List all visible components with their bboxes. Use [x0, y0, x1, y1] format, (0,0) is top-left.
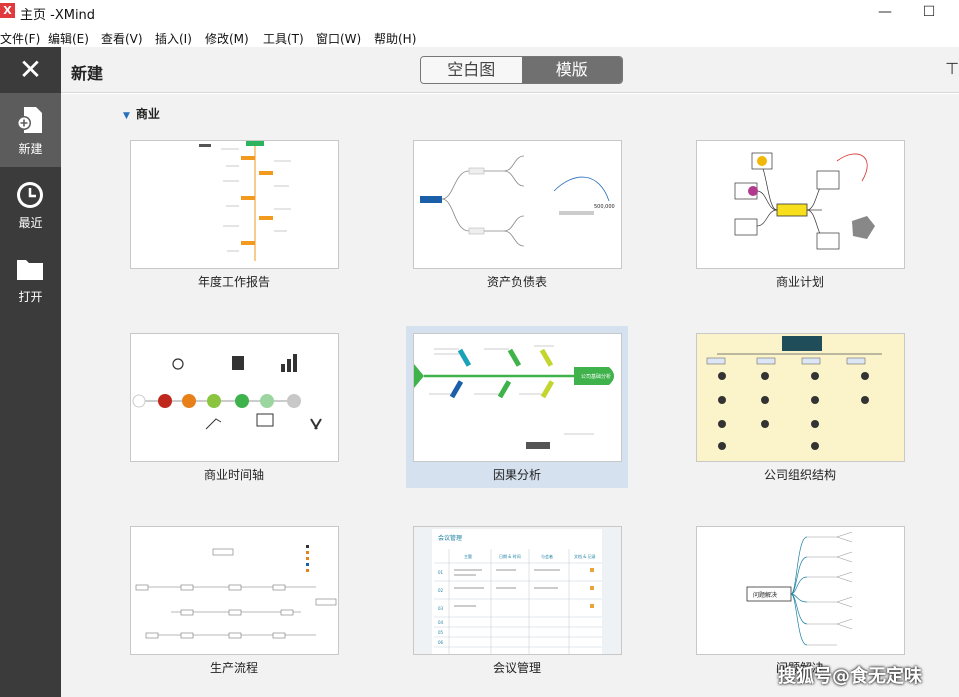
tab-switcher: 空白图 模版	[420, 56, 623, 84]
tab-templates[interactable]: 模版	[521, 57, 622, 83]
menu-tools[interactable]: 工具(T)	[263, 30, 304, 47]
sidebar-item-label: 最近	[18, 216, 43, 230]
thumb-col: 主题	[464, 553, 472, 559]
thumb-col: 文档 & 记录	[574, 553, 596, 559]
minimize-icon[interactable]: —	[862, 0, 908, 26]
thumb-row: 02	[438, 588, 444, 593]
thumb-row: 05	[438, 630, 444, 635]
menu-bar: 文件(F) 编辑(E) 查看(V) 插入(I) 修改(M) 工具(T) 窗口(W…	[0, 27, 959, 47]
thumb-col: 与会者	[541, 553, 553, 559]
template-card[interactable]: 商业时间轴	[123, 326, 345, 488]
template-card[interactable]: 商业计划	[689, 133, 911, 295]
template-thumbnail	[130, 140, 339, 269]
menu-file[interactable]: 文件(F)	[0, 30, 40, 47]
thumb-meeting-title: 会议管理	[438, 534, 462, 542]
new-file-icon	[17, 107, 42, 133]
template-card[interactable]: 问题解决 问题解决	[689, 519, 911, 681]
sidebar-item-open[interactable]: 打开	[0, 241, 61, 315]
import-icon[interactable]: ⊤	[945, 59, 959, 78]
top-bar: 新建 空白图 模版 ⊤	[61, 47, 959, 93]
section-title: 商业	[135, 107, 160, 121]
template-label: 因果分析	[492, 468, 541, 482]
template-card[interactable]: 会议管理 主题 日期 & 时间 与会者 文档 & 记录 01 02 03 04 …	[406, 519, 628, 681]
thumb-row: 01	[438, 570, 444, 575]
template-card[interactable]: 500,000 资产负债表	[406, 133, 628, 295]
page-title: 新建	[71, 64, 104, 83]
title-bar: X 主页 -XMind — ☐	[0, 0, 959, 26]
menu-modify[interactable]: 修改(M)	[205, 30, 249, 47]
menu-window[interactable]: 窗口(W)	[316, 30, 361, 47]
template-label: 商业计划	[775, 275, 824, 289]
menu-edit[interactable]: 编辑(E)	[48, 30, 89, 47]
sidebar-item-recent[interactable]: 最近	[0, 167, 61, 241]
template-label: 生产流程	[209, 661, 258, 675]
template-thumbnail	[130, 333, 339, 462]
thumb-row: 04	[438, 620, 444, 625]
template-label: 会议管理	[492, 661, 541, 675]
template-card[interactable]: 公司组织结构	[689, 326, 911, 488]
thumb-problem-root: 问题解决	[753, 591, 777, 599]
template-thumbnail	[130, 526, 339, 655]
thumb-row: 06	[438, 640, 444, 645]
xmind-logo-icon: X	[0, 3, 15, 18]
sidebar-item-new[interactable]: 新建	[0, 93, 61, 167]
sidebar-item-label: 打开	[18, 290, 43, 304]
template-label: 公司组织结构	[763, 468, 836, 482]
window-title: 主页 -XMind	[20, 8, 96, 23]
template-thumbnail	[696, 140, 905, 269]
template-label: 年度工作报告	[197, 275, 270, 289]
close-icon[interactable]: ✕	[0, 47, 61, 93]
thumb-value: 500,000	[594, 204, 615, 210]
maximize-icon[interactable]: ☐	[906, 0, 952, 26]
section-header[interactable]: ▼ 商业	[123, 105, 160, 122]
template-thumbnail: 公司基础分析	[413, 333, 622, 462]
template-thumbnail: 会议管理 主题 日期 & 时间 与会者 文档 & 记录 01 02 03 04 …	[413, 526, 622, 655]
clock-icon	[17, 182, 43, 208]
menu-help[interactable]: 帮助(H)	[374, 30, 416, 47]
caret-down-icon: ▼	[123, 111, 130, 121]
template-gallery: ▼ 商业 年度工作报告 500,000 资产负债表 商业计划 商业时间轴 公司基…	[61, 94, 959, 697]
menu-view[interactable]: 查看(V)	[101, 30, 143, 47]
thumb-row: 03	[438, 606, 444, 611]
template-label: 资产负债表	[486, 275, 547, 289]
template-label: 商业时间轴	[203, 468, 264, 482]
tab-blank[interactable]: 空白图	[421, 57, 522, 83]
thumb-fishbone-head: 公司基础分析	[581, 373, 611, 380]
thumb-col: 日期 & 时间	[499, 553, 521, 559]
template-thumbnail	[696, 333, 905, 462]
template-card[interactable]: 生产流程	[123, 519, 345, 681]
template-card[interactable]: 公司基础分析 因果分析	[406, 326, 628, 488]
template-card[interactable]: 年度工作报告	[123, 133, 345, 295]
template-thumbnail: 500,000	[413, 140, 622, 269]
sidebar: ✕ 新建 最近 打开	[0, 47, 61, 697]
sidebar-item-label: 新建	[18, 142, 43, 156]
watermark: 搜狐号@食无定味	[778, 666, 922, 687]
template-thumbnail: 问题解决	[696, 526, 905, 655]
menu-insert[interactable]: 插入(I)	[155, 30, 192, 47]
folder-icon	[17, 260, 43, 280]
